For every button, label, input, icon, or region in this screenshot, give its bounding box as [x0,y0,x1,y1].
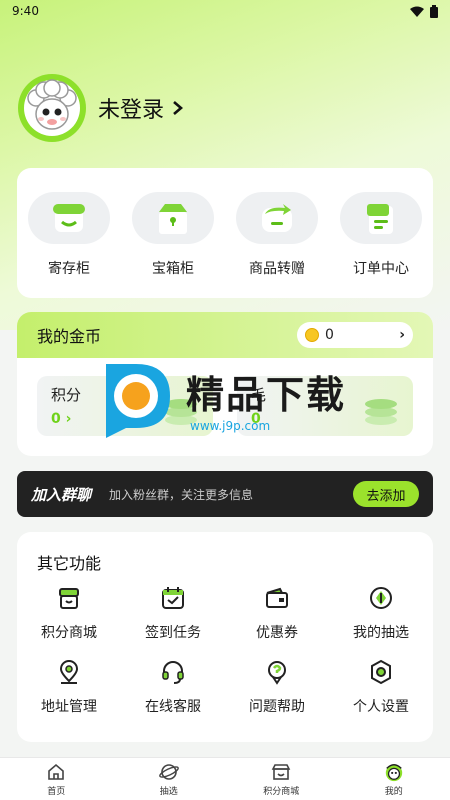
group-title: 加入群聊 [31,485,92,504]
feature-my-draws[interactable]: 我的抽选 [329,584,433,642]
quick-action-label: 商品转赠 [249,261,305,277]
status-time: 9:40 [12,4,39,18]
coin-balance-button[interactable]: 0 › [297,322,413,348]
feature-label: 积分商城 [41,625,97,641]
coupon-icon [263,584,291,612]
coin-balance-value: 0 [325,327,334,343]
avatar[interactable] [18,74,86,142]
quick-action-treasure-box[interactable]: 宝箱柜 [128,192,218,278]
watermark-title: 精品下载 [186,372,347,417]
bottom-tab-bar: 首页 抽选 积分商城 我的 [0,757,450,800]
tab-draw[interactable]: 抽选 [129,762,209,797]
status-bar: 9:40 [0,0,450,22]
wifi-icon [410,6,424,17]
login-label: 未登录 [98,98,165,123]
battery-icon [430,4,438,18]
tab-home[interactable]: 首页 [16,762,96,797]
chevron-right-icon: › [399,327,405,343]
status-icons [410,4,438,18]
draw-icon [367,584,395,612]
fan-group-banner[interactable]: 加入群聊 加入粉丝群，关注更多信息 去添加 [17,471,433,517]
tab-label: 抽选 [159,786,178,797]
quick-actions-card: 寄存柜 宝箱柜 商品转赠 订单中心 [17,168,433,298]
feature-personal-settings[interactable]: 个人设置 [329,658,433,716]
group-description: 加入粉丝群，关注更多信息 [109,487,254,502]
feature-label: 地址管理 [41,699,97,715]
quick-action-label: 寄存柜 [48,261,90,277]
quick-action-orders[interactable]: 订单中心 [336,192,426,278]
feature-sign-in-tasks[interactable]: 签到任务 [121,584,225,642]
coins-title: 我的金币 [37,327,102,346]
locker-icon [28,192,110,244]
features-title: 其它功能 [37,554,102,573]
coins-header: 我的金币 0 › [17,312,433,358]
feature-address[interactable]: 地址管理 [17,658,121,716]
treasure-box-icon [132,192,214,244]
quick-action-label: 宝箱柜 [152,261,194,277]
home-icon [46,762,66,782]
tab-points-store[interactable]: 积分商城 [241,762,321,797]
tab-label: 积分商城 [263,786,300,797]
shop-icon [271,762,291,782]
coin-icon [305,328,319,342]
feature-label: 问题帮助 [249,699,305,715]
join-group-button[interactable]: 去添加 [353,481,419,507]
tab-label: 我的 [384,786,403,797]
feature-label: 签到任务 [145,625,201,641]
feature-help[interactable]: 问题帮助 [225,658,329,716]
watermark: 精品下载 www.j9p.com [100,358,346,438]
settings-icon [367,658,395,686]
feature-label: 在线客服 [145,699,201,715]
tab-mine[interactable]: 我的 [354,762,434,797]
planet-icon [158,762,179,782]
feature-customer-service[interactable]: 在线客服 [121,658,225,716]
order-icon [340,192,422,244]
watermark-url: www.j9p.com [190,418,271,433]
sheep-avatar-icon [24,79,80,136]
transfer-icon [236,192,318,244]
feature-label: 个人设置 [353,699,409,715]
calendar-check-icon [159,584,187,612]
watermark-logo [106,364,170,438]
coin-stack-icon [365,399,397,425]
quick-action-transfer[interactable]: 商品转赠 [232,192,322,278]
feature-points-store[interactable]: 积分商城 [17,584,121,642]
location-icon [55,658,83,686]
sheep-icon [384,762,404,782]
profile-header[interactable]: 未登录 [18,74,184,142]
login-link[interactable]: 未登录 [98,92,184,124]
feature-label: 优惠券 [256,625,298,641]
other-features-card: 其它功能 积分商城 签到任务 优惠券 我的抽选 地址管理 在线客服 问题帮助 个… [17,532,433,742]
help-icon [263,658,291,686]
quick-action-locker[interactable]: 寄存柜 [24,192,114,278]
feature-label: 我的抽选 [353,625,409,641]
feature-coupons[interactable]: 优惠券 [225,584,329,642]
tab-label: 首页 [47,786,66,797]
quick-action-label: 订单中心 [353,261,409,277]
headset-icon [159,658,187,686]
chevron-right-icon [173,101,184,115]
store-icon [55,584,83,612]
